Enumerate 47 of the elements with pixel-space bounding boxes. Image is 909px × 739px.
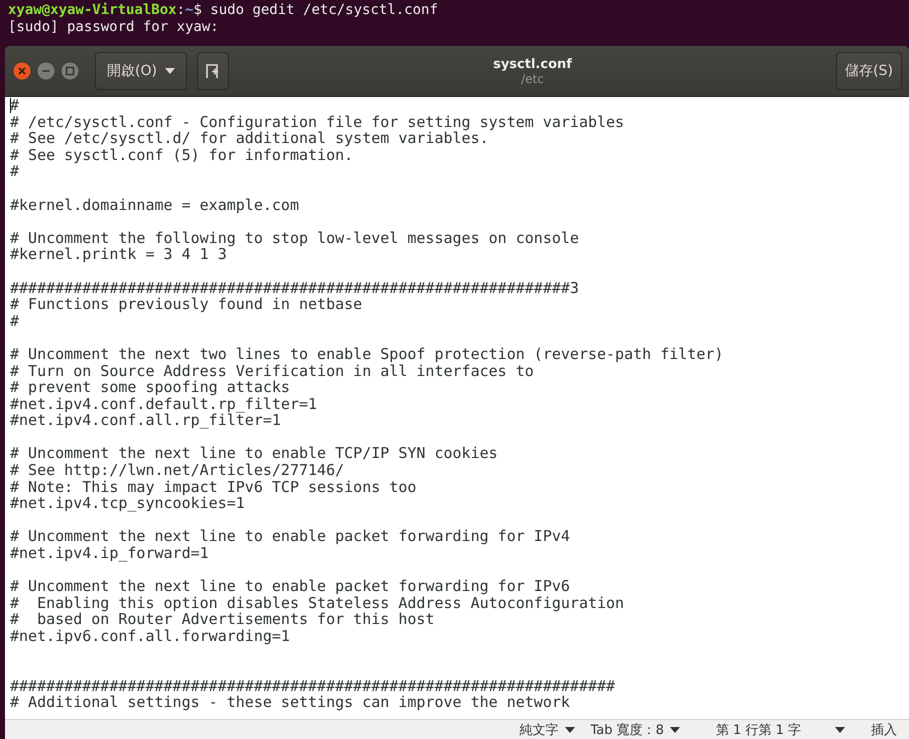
code-line: # <box>10 312 20 330</box>
code-line: # Note: This may impact IPv6 TCP sessions too <box>10 478 416 496</box>
window-subtitle: /etc <box>521 72 544 86</box>
code-line: # prevent some spoofing attacks <box>10 379 290 396</box>
terminal-command: xyaw@xyaw-VirtualBox:~$ sudo gedit /etc/sysctl.conf <box>8 2 438 19</box>
code-line: # See sysctl.conf (5) for information. <box>10 146 354 164</box>
terminal-output: [sudo] password for xyaw: <box>8 19 219 36</box>
code-line: # See http://lwn.net/Articles/277146/ <box>10 462 344 479</box>
code-line: ##############################################################3 <box>10 280 579 296</box>
code-line: # Uncomment the next line to enable packet forwarding for IPv6 <box>10 578 570 595</box>
code-line: # See /etc/sysctl.d/ for additional system variables. <box>10 130 489 147</box>
code-line: # /etc/sysctl.conf - Configuration file for setting system variables <box>10 114 624 130</box>
code-line: # <box>10 163 20 180</box>
code-line: # Enabling this option disables Stateless Address Autoconfiguration <box>10 594 624 612</box>
position-dropdown[interactable]: 第 1 行第 1 字 <box>708 720 853 738</box>
code-line: # Functions previously found in netbase <box>10 296 362 313</box>
tab-width-dropdown[interactable]: Tab 寬度：8 <box>582 720 688 738</box>
code-line: #net.ipv4.tcp_syncookies=1 <box>10 495 245 512</box>
new-tab-button[interactable] <box>197 52 229 90</box>
window-title: sysctl.conf <box>493 56 572 72</box>
code-line: # Uncomment the next line to enable TCP/IP SYN cookies <box>10 445 498 462</box>
caret-icon <box>164 68 175 74</box>
code-line: #net.ipv4.conf.all.rp_filter=1 <box>10 412 281 429</box>
caret-icon <box>835 726 845 732</box>
language-dropdown[interactable]: 純文字 <box>512 720 582 738</box>
new-tab-icon <box>205 63 221 79</box>
code-line: # <box>10 97 20 114</box>
code-line: # Additional settings - these settings can improve the network <box>10 694 570 711</box>
save-button[interactable]: 儲存(S) <box>836 52 902 90</box>
code-line: #kernel.domainname = example.com <box>10 196 299 214</box>
code-line: # Uncomment the following to stop low-level messages on console <box>10 230 579 246</box>
close-icon[interactable] <box>13 62 31 80</box>
code-line: #net.ipv6.conf.all.forwarding=1 <box>10 628 290 645</box>
code-line: ################################################################### <box>10 678 616 694</box>
maximize-icon[interactable] <box>61 62 79 80</box>
code-line: # Uncomment the next line to enable packet forwarding for IPv4 <box>10 528 570 546</box>
insert-mode-label: 插入 <box>871 722 897 738</box>
caret-icon <box>670 726 680 732</box>
code-line: #net.ipv4.ip_forward=1 <box>10 545 209 562</box>
minimize-icon[interactable] <box>37 62 55 80</box>
code-line: # based on Router Advertisements for this host <box>10 611 434 628</box>
code-line: #kernel.printk = 3 4 1 3 <box>10 246 227 263</box>
code-line: # Turn on Source Address Verification in all interfaces to <box>10 362 534 380</box>
open-button[interactable]: 開啟(O) <box>95 52 187 90</box>
code-line: # Uncomment the next two lines to enable Spoof protection (reverse-path filter) <box>10 346 724 362</box>
code-line: #net.ipv4.conf.default.rp_filter=1 <box>10 396 318 412</box>
caret-icon <box>564 726 574 732</box>
